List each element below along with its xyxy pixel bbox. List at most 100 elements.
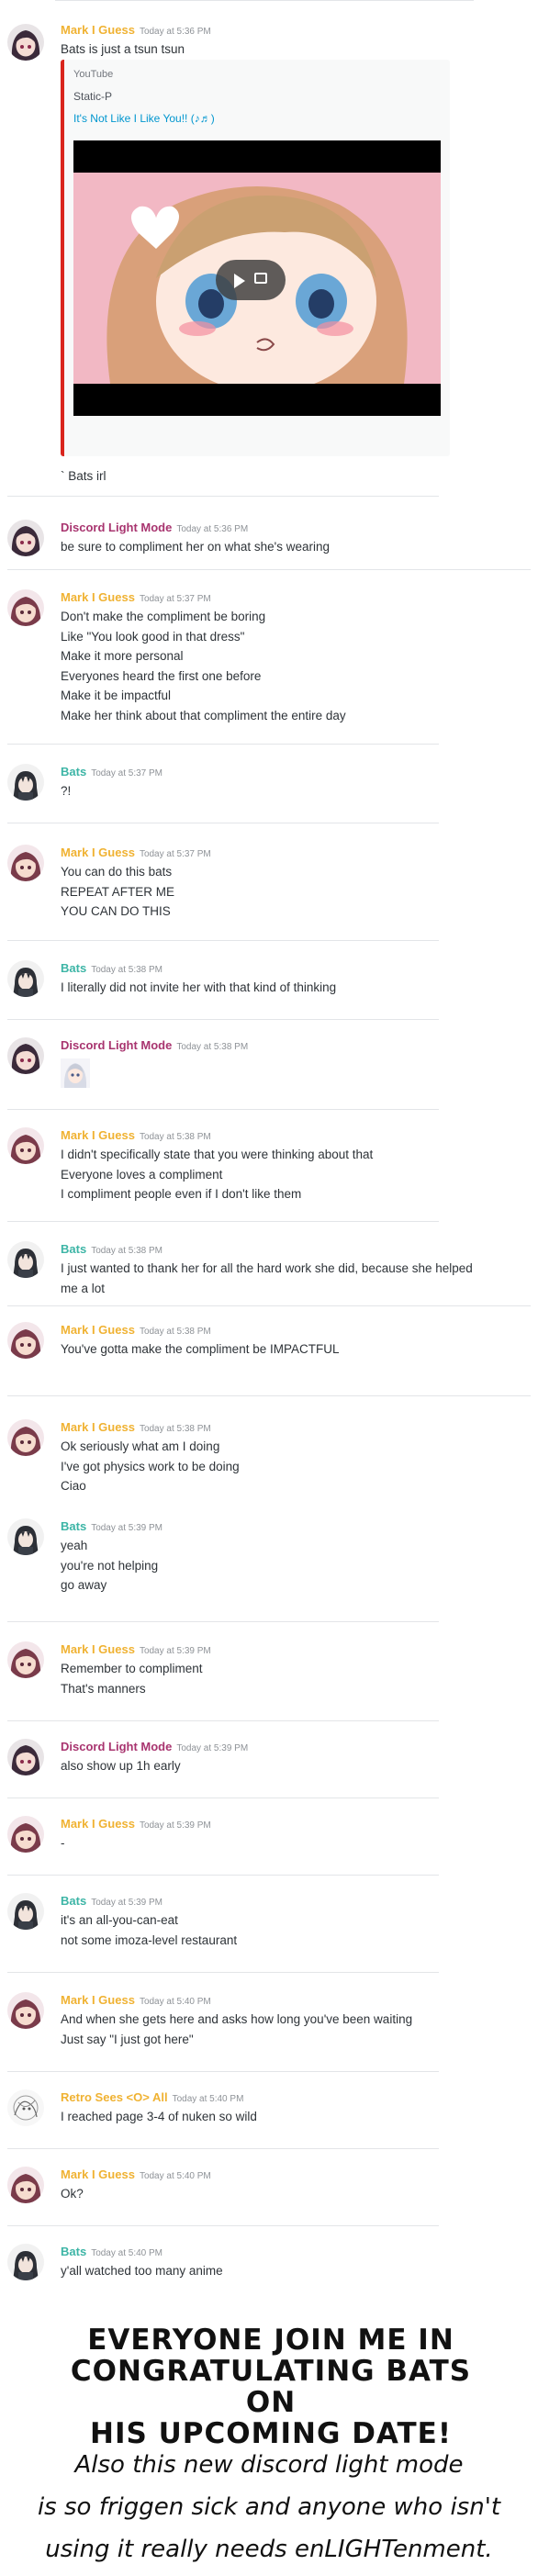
embed-author[interactable]: Static-P (73, 90, 112, 103)
message-text: Ok? (61, 2187, 84, 2201)
avatar[interactable] (7, 845, 44, 881)
embed-title[interactable]: It's Not Like I Like You!! (♪♬) (73, 112, 215, 125)
message-text: y'all watched too many anime (61, 2264, 223, 2278)
avatar[interactable] (7, 1893, 44, 1930)
embed-provider[interactable]: YouTube (73, 69, 113, 80)
top-divider (55, 0, 474, 1)
timestamp: Today at 5:38 PM (139, 1327, 211, 1337)
author-name[interactable]: Mark I Guess (61, 2167, 135, 2181)
message-divider (7, 2148, 439, 2149)
message-text: ` Bats irl (61, 469, 106, 483)
message-text: Make it more personal (61, 649, 184, 663)
message-text: Everyone loves a compliment (61, 1167, 223, 1182)
message-text: I compliment people even if I don't like… (61, 1187, 302, 1201)
author-name[interactable]: Mark I Guess (61, 1128, 135, 1142)
message-text: REPEAT AFTER ME (61, 884, 175, 899)
author-name[interactable]: Bats (61, 961, 86, 975)
avatar[interactable] (7, 764, 44, 801)
caption-line: is so friggen sick and anyone who isn't (37, 2493, 501, 2521)
avatar[interactable] (7, 2089, 44, 2126)
avatar[interactable] (7, 1241, 44, 1278)
message-text: go away (61, 1578, 107, 1592)
message-divider (7, 496, 439, 497)
author-name[interactable]: Discord Light Mode (61, 1740, 172, 1753)
message-divider (7, 1221, 439, 1222)
message-text: Like "You look good in that dress" (61, 629, 245, 644)
message-divider (7, 1395, 531, 1396)
message-text: That's manners (61, 1681, 146, 1696)
author-name[interactable]: Mark I Guess (61, 1817, 135, 1831)
timestamp: Today at 5:39 PM (91, 1898, 163, 1908)
author-name[interactable]: Discord Light Mode (61, 521, 172, 534)
message-text: And when she gets here and asks how long… (61, 2012, 413, 2026)
message-text: Bats is just a tsun tsun (61, 42, 185, 56)
author-name[interactable]: Bats (61, 2245, 86, 2258)
message-divider (7, 1019, 439, 1020)
author-name[interactable]: Retro Sees <O> All (61, 2090, 168, 2104)
timestamp: Today at 5:39 PM (139, 1820, 211, 1831)
message-text: be sure to compliment her on what she's … (61, 540, 330, 554)
message-text: yeah (61, 1539, 88, 1552)
timestamp: Today at 5:38 PM (91, 1246, 163, 1256)
message-text: not some imoza-level restaurant (61, 1932, 238, 1947)
timestamp: Today at 5:38 PM (91, 965, 163, 975)
message-text: YOU CAN DO THIS (61, 904, 171, 918)
author-name[interactable]: Mark I Guess (61, 1993, 135, 2007)
timestamp: Today at 5:36 PM (139, 27, 211, 37)
message-text: I reached page 3-4 of nuken so wild (61, 2110, 257, 2123)
avatar[interactable] (7, 1641, 44, 1678)
author-name[interactable]: Mark I Guess (61, 846, 135, 859)
avatar[interactable] (7, 1127, 44, 1164)
message-divider (7, 1109, 439, 1110)
message-text: I didn't specifically state that you wer… (61, 1148, 374, 1161)
timestamp: Today at 5:40 PM (91, 2248, 163, 2258)
author-name[interactable]: Mark I Guess (61, 590, 135, 604)
message-text: it's an all-you-can-eat (61, 1913, 178, 1927)
avatar[interactable] (7, 1816, 44, 1853)
avatar[interactable] (7, 520, 44, 556)
author-name[interactable]: Mark I Guess (61, 1420, 135, 1434)
avatar[interactable] (7, 1322, 44, 1359)
author-name[interactable]: Bats (61, 1242, 86, 1256)
message-text: I literally did not invite her with that… (61, 980, 337, 994)
message-text: You can do this bats (61, 865, 173, 879)
message-divider (7, 1621, 439, 1622)
avatar[interactable] (7, 24, 44, 61)
avatar[interactable] (7, 1419, 44, 1456)
message-divider (7, 1720, 439, 1721)
message-text: me a lot (61, 1281, 106, 1295)
avatar[interactable] (7, 589, 44, 626)
message-text: ?! (61, 784, 72, 798)
timestamp: Today at 5:39 PM (91, 1523, 163, 1533)
avatar[interactable] (7, 1992, 44, 2029)
author-name[interactable]: Bats (61, 1519, 86, 1533)
avatar[interactable] (7, 2167, 44, 2203)
timestamp: Today at 5:37 PM (139, 594, 211, 604)
avatar[interactable] (7, 1739, 44, 1775)
caption-line: Also this new discord light mode (74, 2451, 464, 2479)
external-link-icon (254, 273, 267, 284)
author-name[interactable]: Mark I Guess (61, 23, 135, 37)
avatar[interactable] (7, 1037, 44, 1074)
author-name[interactable]: Mark I Guess (61, 1323, 135, 1337)
author-name[interactable]: Discord Light Mode (61, 1038, 172, 1052)
timestamp: Today at 5:37 PM (91, 768, 163, 778)
message-divider (7, 1305, 531, 1306)
author-name[interactable]: Bats (61, 765, 86, 778)
play-icon (234, 274, 245, 288)
video-thumbnail[interactable] (73, 140, 441, 416)
caption-line: CONGRATULATING BATS ON (70, 2355, 472, 2419)
author-name[interactable]: Mark I Guess (61, 1642, 135, 1656)
author-name[interactable]: Bats (61, 1894, 86, 1908)
message-divider (7, 1972, 439, 1973)
avatar[interactable] (7, 960, 44, 997)
emoji-sticker[interactable] (61, 1058, 90, 1088)
message-divider (7, 2071, 439, 2072)
avatar[interactable] (7, 2244, 44, 2280)
message-divider (7, 2225, 439, 2226)
timestamp: Today at 5:38 PM (139, 1424, 211, 1434)
avatar[interactable] (7, 1518, 44, 1555)
play-button[interactable] (216, 260, 286, 300)
message-divider (7, 744, 439, 745)
message-text: I just wanted to thank her for all the h… (61, 1261, 473, 1275)
